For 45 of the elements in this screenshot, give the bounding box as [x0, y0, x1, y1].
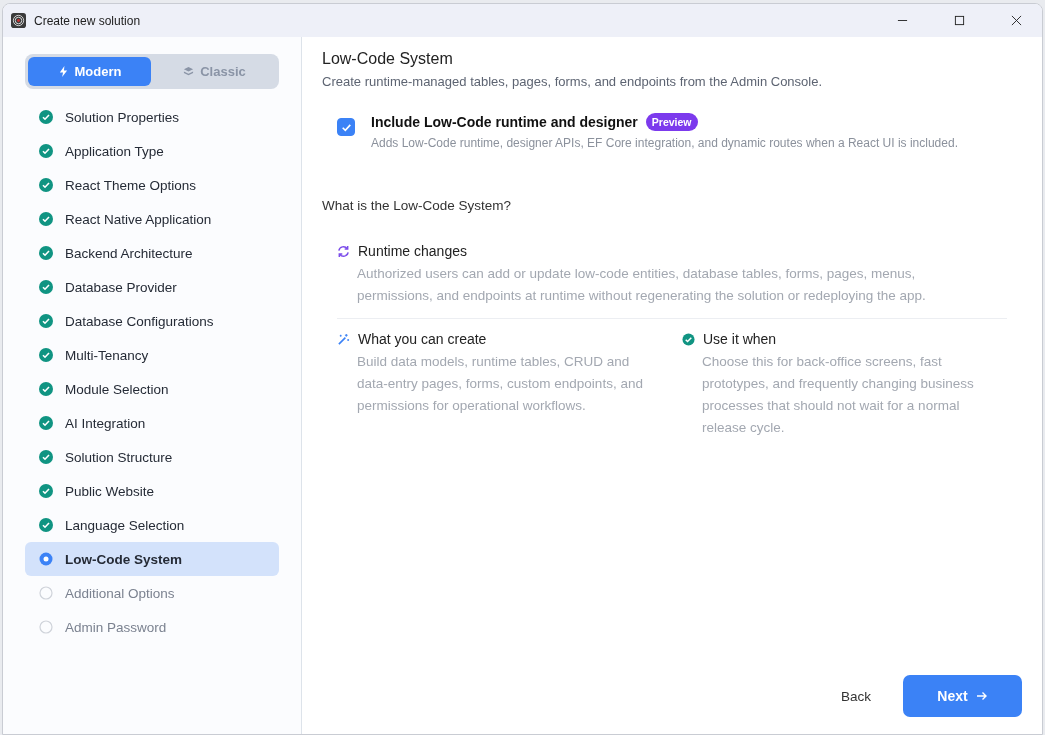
feature-title: What you can create [358, 331, 487, 347]
step-item[interactable]: React Theme Options [25, 168, 279, 202]
feature-title: Runtime changes [358, 243, 467, 259]
magic-wand-icon [337, 332, 350, 346]
page-subtitle: Create runtime-managed tables, pages, forms, and endpoints from the Admin Console. [322, 74, 824, 89]
step-item[interactable]: Solution Structure [25, 440, 279, 474]
layers-icon [183, 66, 195, 77]
preview-badge: Preview [645, 113, 698, 131]
step-item[interactable]: Admin Password [25, 610, 279, 644]
option-label: Include Low-Code runtime and designer [371, 114, 638, 130]
step-item[interactable]: Low-Code System [25, 542, 279, 576]
step-item[interactable]: AI Integration [25, 406, 279, 440]
step-item[interactable]: Backend Architecture [25, 236, 279, 270]
feature-title: Use it when [703, 331, 777, 347]
mode-tab[interactable]: Modern [28, 57, 151, 86]
step-item[interactable]: Additional Options [25, 576, 279, 610]
feature-text: Choose this for back-office screens, fast prototypes, and frequently changing business processes that should not wait for a normal release cycle. [702, 353, 975, 437]
empty-circle-icon [39, 620, 53, 634]
close-icon[interactable] [1011, 15, 1022, 26]
option-description: Adds Low-Code runtime, designer APIs, EF Core integration, and dynamic routes when a React UI is included. [371, 136, 958, 150]
step-item[interactable]: Multi-Tenancy [25, 338, 279, 372]
maximize-icon[interactable] [954, 15, 965, 26]
arrow-right-icon [975, 690, 988, 702]
radio-dot-icon [39, 552, 53, 566]
step-item[interactable]: Database Configurations [25, 304, 279, 338]
next-button[interactable]: Next [903, 675, 1022, 717]
step-item[interactable]: Database Provider [25, 270, 279, 304]
section-title: What is the Low-Code System? [322, 198, 513, 213]
page-title: Low-Code System [322, 50, 454, 68]
empty-circle-icon [39, 586, 53, 600]
checkbox[interactable] [337, 118, 355, 136]
step-item[interactable]: Language Selection [25, 508, 279, 542]
step-item[interactable]: Module Selection [25, 372, 279, 406]
feature-text: Build data models, runtime tables, CRUD and data-entry pages, forms, custom endpoints, and permissions for operational workflows. [357, 353, 644, 415]
back-button[interactable]: Back [823, 678, 889, 714]
lightning-icon [57, 66, 69, 77]
refresh-icon [337, 244, 350, 258]
step-item[interactable]: Solution Properties [25, 100, 279, 134]
step-item[interactable]: Application Type [25, 134, 279, 168]
check-circle-icon [682, 332, 695, 346]
feature-text: Authorized users can add or update low-code entities, database tables, forms, pages, menus, permissions, and endpoints at runtime without regenerating the solution or redeploying the app. [357, 265, 927, 305]
app-logo-icon [11, 13, 26, 28]
step-item[interactable]: React Native Application [25, 202, 279, 236]
window-title: Create new solution [34, 13, 141, 28]
step-item[interactable]: Public Website [25, 474, 279, 508]
